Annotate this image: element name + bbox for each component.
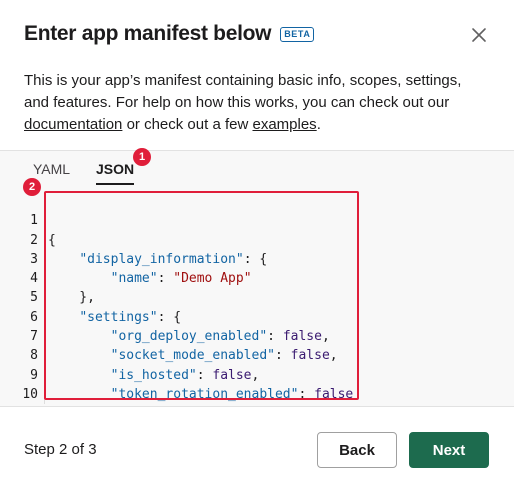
step-indicator: Step 2 of 3 [24,441,97,458]
code-line: 11 } [0,385,514,440]
documentation-link[interactable]: documentation [24,116,122,133]
code-line: 2 "display_information": { [0,211,514,267]
back-button[interactable]: Back [317,432,397,468]
code-line: 9 "token_rotation_enabled": false [0,346,514,402]
code-line: 7 "socket_mode_enabled": false, [0,308,514,363]
beta-badge: BETA [280,26,315,42]
modal-description: This is your app’s manifest containing b… [24,72,462,133]
modal-header: Enter app manifest below BETA [24,20,494,48]
annotation-marker-1: 1 [133,148,151,166]
next-button[interactable]: Next [409,432,489,468]
examples-link[interactable]: examples [252,116,316,133]
code-line: 3 "name": "Demo App" [0,231,514,286]
manifest-modal: Enter app manifest below BETA This is yo… [0,0,514,489]
code-line: 6 "org_deploy_enabled": false, [0,288,514,344]
code-line: 8 "is_hosted": false, [0,327,514,382]
json-code[interactable]: 1 { 2 "display_information": { 3 "name":… [0,192,514,440]
code-line: 4 }, [0,250,514,305]
tab-json[interactable]: JSON [96,161,135,185]
modal-footer: Step 2 of 3 Back Next [0,407,514,489]
code-line: 5 "settings": { [0,269,514,324]
modal-title: Enter app manifest below [24,22,272,45]
code-line: 1 { [0,192,514,247]
close-icon[interactable] [470,26,488,44]
code-line: 10 } [0,366,514,421]
tab-yaml[interactable]: YAML [33,161,70,183]
format-tabs: YAML JSON [0,151,514,185]
